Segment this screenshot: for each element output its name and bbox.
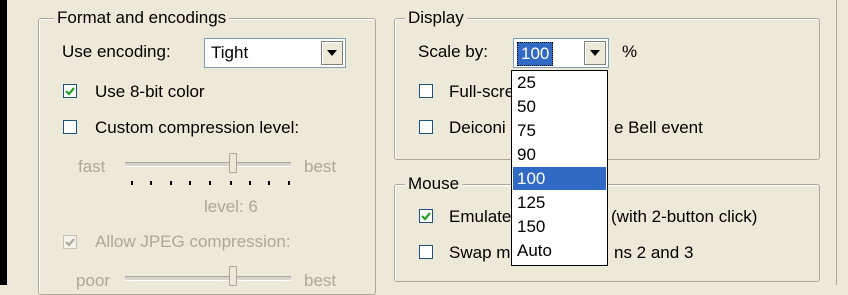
compression-slider-track [125,162,291,167]
use-8bit-checkbox[interactable] [63,84,77,98]
scale-option[interactable]: 90 [513,143,606,166]
encoding-value: Tight [211,43,249,62]
swap-checkbox[interactable] [419,245,433,259]
scale-option[interactable]: 25 [513,71,606,94]
scale-dropdown-button[interactable] [584,41,606,65]
chevron-down-icon [327,50,337,56]
mouse-title: Mouse [405,174,463,194]
emulate-checkbox[interactable] [419,209,433,223]
scale-value: 100 [517,42,554,66]
scale-label: Scale by: [418,42,488,61]
checkmark-icon [65,237,75,247]
format-encodings-title: Format and encodings [54,8,230,28]
window-right-divider [836,0,837,285]
compression-level-label: level: 6 [204,197,258,216]
jpeg-best-label: best [304,271,337,290]
jpeg-poor-label: poor [76,271,111,290]
scale-select[interactable]: 100 [513,38,609,68]
encoding-select[interactable]: Tight [204,38,346,68]
custom-compression-label: Custom compression level: [95,118,300,137]
deiconify-checkbox[interactable] [419,120,433,134]
use-8bit-label: Use 8-bit color [95,82,205,101]
allow-jpeg-checkbox[interactable] [63,235,77,249]
window-left-edge [0,0,7,285]
scale-option[interactable]: 125 [513,191,606,214]
encoding-label: Use encoding: [62,42,171,61]
allow-jpeg-label: Allow JPEG compression: [95,232,291,251]
checkmark-icon [421,211,431,221]
chevron-down-icon [590,50,600,56]
fullscreen-checkbox[interactable] [419,84,433,98]
scale-dropdown-list[interactable]: 25 50 75 90 100 125 150 Auto [511,70,608,266]
custom-compression-checkbox[interactable] [63,120,77,134]
compression-best-label: best [304,157,337,176]
jpeg-slider-track [125,276,291,281]
scale-option[interactable]: 50 [513,95,606,118]
deiconify-label-left: Deiconi [449,118,506,137]
encoding-dropdown-button[interactable] [321,41,343,65]
compression-fast-label: fast [78,157,106,176]
scale-option-selected[interactable]: 100 [513,167,606,190]
swap-label-right: ns 2 and 3 [614,243,694,262]
deiconify-label-right: e Bell event [614,118,703,137]
emulate-label-right: (with 2-button click) [611,207,758,226]
compression-slider-thumb[interactable] [229,153,237,173]
scale-option[interactable]: 150 [513,215,606,238]
emulate-label-left: Emulate [449,207,512,226]
scale-unit: % [622,42,638,61]
swap-label-left: Swap m [449,243,511,262]
display-title: Display [405,8,467,28]
jpeg-slider-thumb[interactable] [229,266,237,286]
scale-option[interactable]: 75 [513,119,606,142]
scale-option[interactable]: Auto [513,239,606,262]
fullscreen-label: Full-scre [449,82,515,101]
checkmark-icon [65,86,75,96]
